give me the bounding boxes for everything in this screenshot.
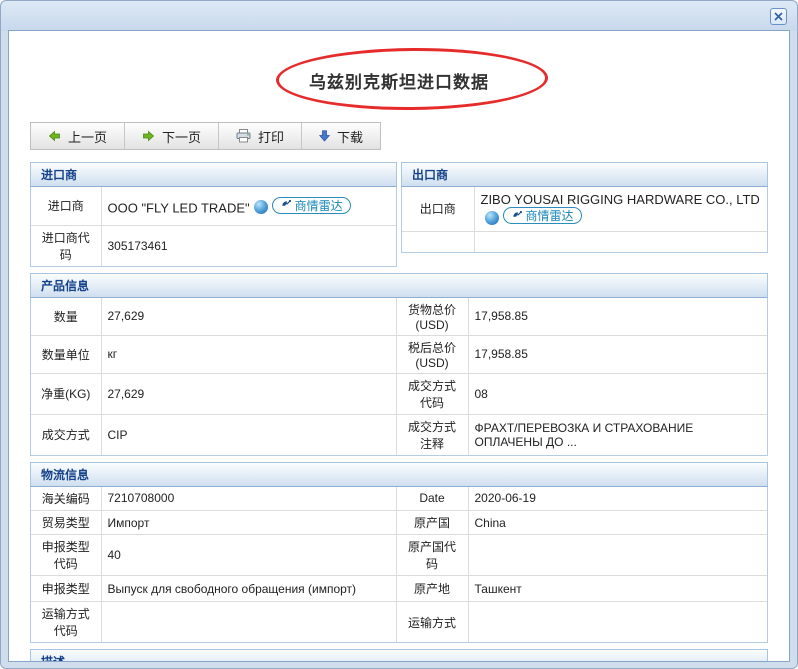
table-row: 数量 27,629 货物总价 (USD) 17,958.85 [31,298,767,336]
table-row: 运输方式代码 运输方式 [31,602,767,643]
field-label: 原产地 [396,576,468,602]
table-row: 成交方式 CIP 成交方式注释 ФРАХТ/ПЕРЕВОЗКА И СТРАХО… [31,414,767,455]
radar-badge-link[interactable]: 商情雷达 [272,197,351,214]
table-row: 进口商 OOO "FLY LED TRADE" 商情雷达 [31,187,396,225]
importer-name-label: 进口商 [31,187,101,225]
radar-dish-icon [511,210,523,222]
radar-badge-label: 商情雷达 [526,207,574,224]
logistics-header: 物流信息 [30,462,768,487]
exporter-header: 出口商 [401,162,768,187]
field-label: 原产国 [396,511,468,535]
field-label: Date [396,487,468,511]
importer-code-label: 进口商代码 [31,225,101,266]
field-label: 申报类型 [31,576,101,602]
field-label: 净重(KG) [31,373,101,414]
description-header: 描述 [30,649,768,662]
field-label: 货物总价 (USD) [396,298,468,336]
prev-page-label: 上一页 [68,127,107,146]
field-value: Выпуск для свободного обращения (импорт) [101,576,396,602]
field-label: 税后总价 (USD) [396,335,468,373]
import-data-dialog: 乌兹别克斯坦进口数据 上一页 下一页 [0,0,798,669]
field-value: Импорт [101,511,396,535]
table-row: 申报类型代码 40 原产国代码 [31,535,767,576]
field-label: 申报类型代码 [31,535,101,576]
download-label: 下载 [337,127,363,146]
empty-value-cell [474,231,767,252]
next-page-button[interactable]: 下一页 [124,123,218,149]
logistics-section: 物流信息 海关编码 7210708000 Date 2020-06-19 贸易类… [30,462,768,644]
radar-badge-link[interactable]: 商情雷达 [503,207,582,224]
field-label: 成交方式 [31,414,101,455]
empty-label-cell [402,231,474,252]
field-label: 成交方式代码 [396,373,468,414]
title-area: 乌兹别克斯坦进口数据 [9,68,789,94]
prev-page-button[interactable]: 上一页 [31,123,124,149]
globe-icon[interactable] [485,211,499,225]
dialog-content: 乌兹别克斯坦进口数据 上一页 下一页 [8,30,790,662]
table-row: 申报类型 Выпуск для свободного обращения (им… [31,576,767,602]
field-label: 数量单位 [31,335,101,373]
field-label: 成交方式注释 [396,414,468,455]
exporter-name-label: 出口商 [402,187,474,231]
field-value: 08 [468,373,767,414]
field-value: 27,629 [101,373,396,414]
field-label: 贸易类型 [31,511,101,535]
importer-code-value: 305173461 [101,225,396,266]
radar-badge-label: 商情雷达 [295,197,343,214]
field-value: CIP [101,414,396,455]
description-section: 描述 产品描述 1. Сталь оцинкованная с полимерн… [30,649,768,662]
field-value: 27,629 [101,298,396,336]
field-value: China [468,511,767,535]
field-label: 运输方式 [396,602,468,643]
field-value [468,602,767,643]
print-button[interactable]: 打印 [218,123,301,149]
toolbar: 上一页 下一页 打印 下载 [30,122,381,150]
dialog-titlebar [1,1,797,31]
radar-dish-icon [280,199,292,211]
field-value: 40 [101,535,396,576]
print-label: 打印 [258,127,284,146]
page-title: 乌兹别克斯坦进口数据 [309,73,489,92]
field-value [468,535,767,576]
table-row: 进口商代码 305173461 [31,225,396,266]
importer-name-cell: OOO "FLY LED TRADE" 商情雷达 [101,187,396,225]
field-label: 数量 [31,298,101,336]
field-value: 17,958.85 [468,298,767,336]
table-row: 海关编码 7210708000 Date 2020-06-19 [31,487,767,511]
printer-icon [236,129,251,143]
table-row: 贸易类型 Импорт 原产国 China [31,511,767,535]
arrow-left-icon [48,130,61,142]
field-value: 17,958.85 [468,335,767,373]
importer-header: 进口商 [30,162,397,187]
field-value: кг [101,335,396,373]
field-value: Ташкент [468,576,767,602]
field-value: 2020-06-19 [468,487,767,511]
globe-icon[interactable] [254,200,268,214]
sections: 进口商 进口商 OOO "FLY LED TRADE" 商情雷达 [30,162,768,662]
exporter-name-cell: ZIBO YOUSAI RIGGING HARDWARE CO., LTD商情雷… [474,187,767,231]
field-value: ФРАХТ/ПЕРЕВОЗКА И СТРАХОВАНИЕ ОПЛАЧЕНЫ Д… [468,414,767,455]
next-page-label: 下一页 [162,127,201,146]
exporter-panel: 出口商 出口商 ZIBO YOUSAI RIGGING HARDWARE CO.… [401,162,768,267]
field-label: 运输方式代码 [31,602,101,643]
close-button[interactable] [770,8,787,25]
trader-section: 进口商 进口商 OOO "FLY LED TRADE" 商情雷达 [30,162,768,267]
field-label: 原产国代码 [396,535,468,576]
table-row: 净重(KG) 27,629 成交方式代码 08 [31,373,767,414]
download-arrow-icon [319,130,330,142]
field-label: 海关编码 [31,487,101,511]
importer-name: OOO "FLY LED TRADE" [108,200,250,215]
close-icon [774,12,783,21]
exporter-name: ZIBO YOUSAI RIGGING HARDWARE CO., LTD [481,192,760,207]
download-button[interactable]: 下载 [301,123,380,149]
table-row: 出口商 ZIBO YOUSAI RIGGING HARDWARE CO., LT… [402,187,767,231]
field-value [101,602,396,643]
arrow-right-icon [142,130,155,142]
importer-panel: 进口商 进口商 OOO "FLY LED TRADE" 商情雷达 [30,162,397,267]
field-value: 7210708000 [101,487,396,511]
table-row: 数量单位 кг 税后总价 (USD) 17,958.85 [31,335,767,373]
product-section: 产品信息 数量 27,629 货物总价 (USD) 17,958.85 数量单位… [30,273,768,456]
table-row [402,231,767,252]
product-header: 产品信息 [30,273,768,298]
